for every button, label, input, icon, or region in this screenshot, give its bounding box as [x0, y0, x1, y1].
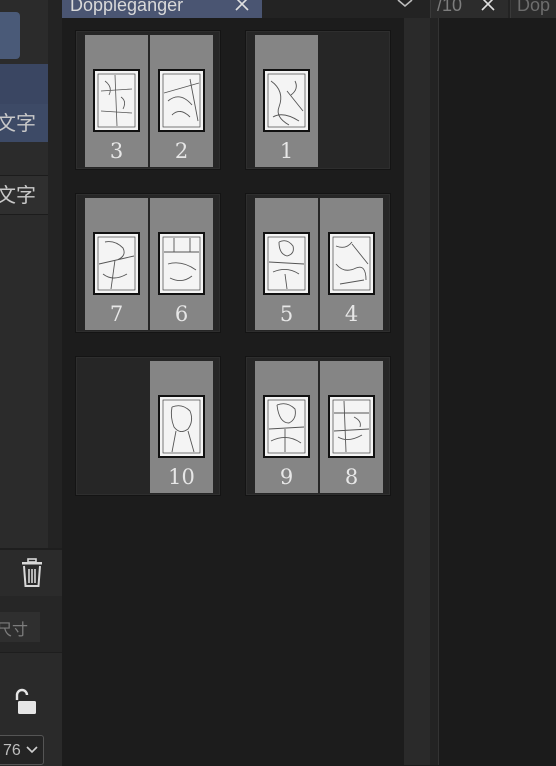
tab-doppleganger[interactable]: Doppleganger: [62, 0, 262, 18]
sketch-thumbnail: [328, 232, 375, 295]
panel-divider: [48, 0, 62, 548]
tab-label: Dop: [517, 0, 551, 15]
page-spread: 3 2: [75, 30, 221, 170]
page-number: 7: [109, 302, 124, 326]
layer-name: 文字: [0, 111, 36, 135]
page-number: 9: [279, 465, 294, 489]
page-spread: 1: [245, 30, 391, 170]
page-spread: 7 6: [75, 193, 221, 333]
tab-second[interactable]: /10: [430, 0, 508, 18]
close-icon[interactable]: [234, 0, 250, 18]
page-number: 8: [344, 465, 359, 489]
panel-divider: [430, 18, 439, 765]
sketch-thumbnail: [263, 69, 310, 132]
panel-tab-button[interactable]: [0, 12, 20, 59]
tab-third[interactable]: Dop: [510, 0, 556, 18]
page-thumbnail[interactable]: 7: [85, 198, 148, 330]
scrollbar[interactable]: [404, 18, 430, 765]
page-number: 3: [109, 139, 124, 163]
page-thumbnail[interactable]: 2: [150, 35, 213, 167]
page-number: 4: [344, 302, 359, 326]
page-spread: 5 4: [245, 193, 391, 333]
unlock-icon: [15, 688, 36, 714]
page-number: 6: [174, 302, 189, 326]
page-thumbnail[interactable]: 3: [85, 35, 148, 167]
page-thumbnail[interactable]: 4: [320, 198, 383, 330]
page-thumbnail[interactable]: 9: [255, 361, 318, 493]
zoom-value: 76: [3, 742, 21, 759]
sketch-thumbnail: [328, 395, 375, 458]
delete-layer-button[interactable]: [16, 555, 48, 591]
trash-icon: [22, 558, 42, 587]
panel-separator: [0, 548, 62, 550]
page-number: 1: [279, 139, 294, 163]
page-thumbnail[interactable]: 1: [255, 35, 318, 167]
layer-row-text-2[interactable]: 文字: [0, 175, 48, 215]
page-spread: 10: [75, 356, 221, 496]
page-number: 5: [279, 302, 294, 326]
sketch-thumbnail: [158, 69, 205, 132]
lock-button[interactable]: [12, 688, 40, 718]
tab-list-button[interactable]: [394, 0, 416, 14]
page-number: 2: [174, 139, 189, 163]
sketch-thumbnail: [93, 232, 140, 295]
chevron-down-icon: [397, 0, 413, 8]
page-number: 10: [168, 465, 195, 489]
size-label: 尺寸: [0, 612, 40, 642]
layer-name: 文字: [0, 183, 36, 207]
chevron-down-icon: [25, 736, 39, 764]
selected-layer-row[interactable]: [0, 64, 48, 104]
page-spread: 9 8: [245, 356, 391, 496]
tab-label: /10: [437, 0, 463, 15]
sketch-thumbnail: [263, 395, 310, 458]
page-thumbnail[interactable]: 8: [320, 361, 383, 493]
page-thumbnail[interactable]: 10: [150, 361, 213, 493]
sketch-thumbnail: [158, 395, 205, 458]
close-icon[interactable]: [480, 0, 496, 18]
zoom-select[interactable]: 76: [0, 735, 44, 765]
tab-label: Doppleganger: [70, 0, 184, 15]
page-thumbnail[interactable]: 6: [150, 198, 213, 330]
page-thumbnail[interactable]: 5: [255, 198, 318, 330]
layer-row-text-1[interactable]: 文字: [0, 104, 48, 142]
sketch-thumbnail: [93, 69, 140, 132]
sketch-thumbnail: [158, 232, 205, 295]
sketch-thumbnail: [263, 232, 310, 295]
canvas-area[interactable]: [439, 18, 556, 765]
